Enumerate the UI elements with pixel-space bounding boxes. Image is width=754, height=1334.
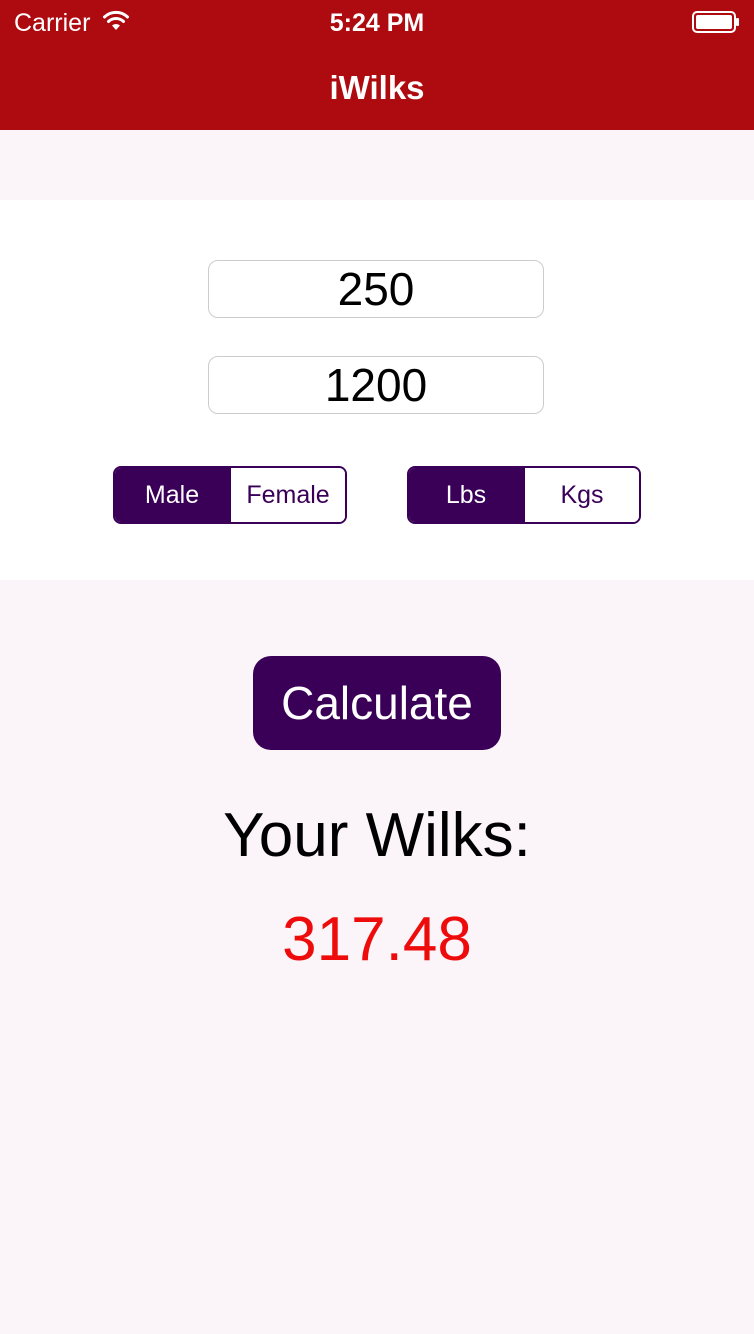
unit-segmented-control: Lbs Kgs <box>407 466 641 524</box>
bodyweight-field[interactable] <box>208 260 544 318</box>
result-value: 317.48 <box>282 905 472 974</box>
input-form: Male Female Lbs Kgs <box>0 200 754 580</box>
result-label: Your Wilks: <box>223 801 531 870</box>
navigation-bar: Carrier 5:24 PM iWilks <box>0 0 754 130</box>
segment-kgs[interactable]: Kgs <box>523 468 639 522</box>
status-bar: Carrier 5:24 PM <box>0 0 754 44</box>
status-time: 5:24 PM <box>329 9 425 37</box>
total-lifted-field[interactable] <box>208 356 544 414</box>
app-title: iWilks <box>329 69 425 106</box>
segment-lbs[interactable]: Lbs <box>409 468 523 522</box>
battery-icon <box>692 11 739 33</box>
calculate-button[interactable]: Calculate <box>253 656 501 750</box>
gender-segmented-control: Male Female <box>113 466 347 524</box>
segment-female[interactable]: Female <box>229 468 345 522</box>
segment-male[interactable]: Male <box>115 468 229 522</box>
